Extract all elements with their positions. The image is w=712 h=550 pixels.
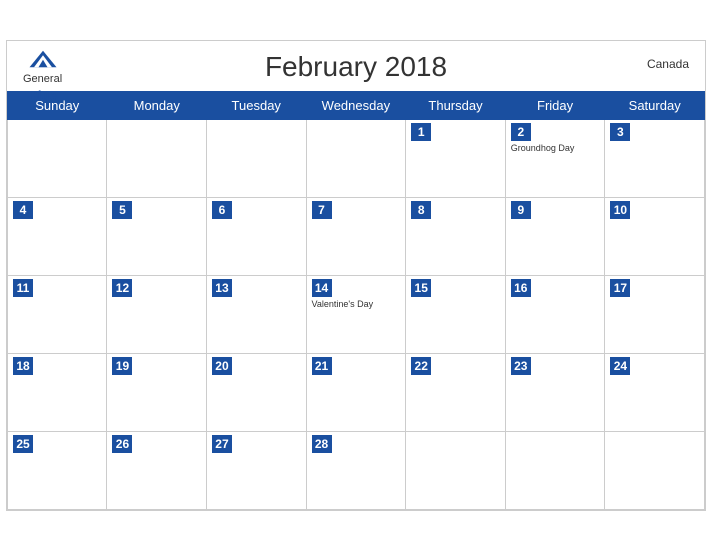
day-number: 7 bbox=[312, 201, 332, 219]
calendar-week-row: 4 5 6 7 8 9 10 bbox=[8, 197, 705, 275]
day-number: 26 bbox=[112, 435, 132, 453]
day-number: 15 bbox=[411, 279, 431, 297]
day-number: 10 bbox=[610, 201, 630, 219]
calendar-cell: 17 bbox=[605, 275, 705, 353]
weekday-header-row: Sunday Monday Tuesday Wednesday Thursday… bbox=[8, 91, 705, 119]
day-number: 12 bbox=[112, 279, 132, 297]
country-label: Canada bbox=[647, 57, 689, 71]
calendar-cell: 3 bbox=[605, 119, 705, 197]
calendar-cell bbox=[605, 431, 705, 509]
calendar-cell: 25 bbox=[8, 431, 107, 509]
day-number: 1 bbox=[411, 123, 431, 141]
calendar-cell bbox=[406, 431, 506, 509]
day-number: 17 bbox=[610, 279, 630, 297]
day-number: 14 bbox=[312, 279, 332, 297]
calendar-cell bbox=[306, 119, 406, 197]
calendar-cell: 24 bbox=[605, 353, 705, 431]
calendar-cell: 2 Groundhog Day bbox=[505, 119, 605, 197]
holiday-label: Valentine's Day bbox=[312, 299, 401, 310]
day-number: 20 bbox=[212, 357, 232, 375]
calendar-cell: 16 bbox=[505, 275, 605, 353]
calendar-cell bbox=[206, 119, 306, 197]
calendar-cell bbox=[8, 119, 107, 197]
calendar-cell: 22 bbox=[406, 353, 506, 431]
calendar-cell: 19 bbox=[107, 353, 207, 431]
calendar-cell: 23 bbox=[505, 353, 605, 431]
day-number: 22 bbox=[411, 357, 431, 375]
calendar-cell: 7 bbox=[306, 197, 406, 275]
header-thursday: Thursday bbox=[406, 91, 506, 119]
logo-icon bbox=[28, 49, 58, 69]
calendar-cell: 15 bbox=[406, 275, 506, 353]
day-number: 5 bbox=[112, 201, 132, 219]
calendar-cell: 5 bbox=[107, 197, 207, 275]
day-number: 28 bbox=[312, 435, 332, 453]
logo-blue-text: Blue bbox=[28, 88, 56, 103]
logo-general-text: General bbox=[23, 73, 62, 85]
day-number: 23 bbox=[511, 357, 531, 375]
calendar-cell: 27 bbox=[206, 431, 306, 509]
day-number: 4 bbox=[13, 201, 33, 219]
calendar-cell: 13 bbox=[206, 275, 306, 353]
calendar-grid: Sunday Monday Tuesday Wednesday Thursday… bbox=[7, 91, 705, 510]
day-number: 27 bbox=[212, 435, 232, 453]
calendar-title: February 2018 bbox=[265, 51, 447, 83]
day-number: 3 bbox=[610, 123, 630, 141]
calendar-cell: 18 bbox=[8, 353, 107, 431]
calendar-cell: 21 bbox=[306, 353, 406, 431]
header-monday: Monday bbox=[107, 91, 207, 119]
calendar-cell: 6 bbox=[206, 197, 306, 275]
header-friday: Friday bbox=[505, 91, 605, 119]
day-number: 16 bbox=[511, 279, 531, 297]
calendar-header: General Blue February 2018 Canada bbox=[7, 41, 705, 91]
holiday-label: Groundhog Day bbox=[511, 143, 600, 154]
logo-area: General Blue bbox=[23, 49, 62, 105]
header-saturday: Saturday bbox=[605, 91, 705, 119]
day-number: 21 bbox=[312, 357, 332, 375]
day-number: 6 bbox=[212, 201, 232, 219]
calendar-container: General Blue February 2018 Canada Sunday… bbox=[6, 40, 706, 511]
calendar-cell: 4 bbox=[8, 197, 107, 275]
calendar-week-row: 18 19 20 21 22 23 24 bbox=[8, 353, 705, 431]
calendar-cell: 14 Valentine's Day bbox=[306, 275, 406, 353]
calendar-cell: 26 bbox=[107, 431, 207, 509]
calendar-week-row: 1 2 Groundhog Day 3 bbox=[8, 119, 705, 197]
calendar-week-row: 25 26 27 28 bbox=[8, 431, 705, 509]
day-number: 9 bbox=[511, 201, 531, 219]
calendar-cell: 20 bbox=[206, 353, 306, 431]
day-number: 24 bbox=[610, 357, 630, 375]
day-number: 2 bbox=[511, 123, 531, 141]
calendar-cell bbox=[505, 431, 605, 509]
header-wednesday: Wednesday bbox=[306, 91, 406, 119]
day-number: 19 bbox=[112, 357, 132, 375]
day-number: 25 bbox=[13, 435, 33, 453]
calendar-cell: 8 bbox=[406, 197, 506, 275]
calendar-cell: 9 bbox=[505, 197, 605, 275]
calendar-cell bbox=[107, 119, 207, 197]
calendar-cell: 1 bbox=[406, 119, 506, 197]
day-number: 13 bbox=[212, 279, 232, 297]
header-tuesday: Tuesday bbox=[206, 91, 306, 119]
calendar-cell: 12 bbox=[107, 275, 207, 353]
calendar-cell: 28 bbox=[306, 431, 406, 509]
day-number: 11 bbox=[13, 279, 33, 297]
calendar-cell: 10 bbox=[605, 197, 705, 275]
day-number: 18 bbox=[13, 357, 33, 375]
calendar-week-row: 11 12 13 14 Valentine's Day 15 16 17 bbox=[8, 275, 705, 353]
day-number: 8 bbox=[411, 201, 431, 219]
calendar-cell: 11 bbox=[8, 275, 107, 353]
